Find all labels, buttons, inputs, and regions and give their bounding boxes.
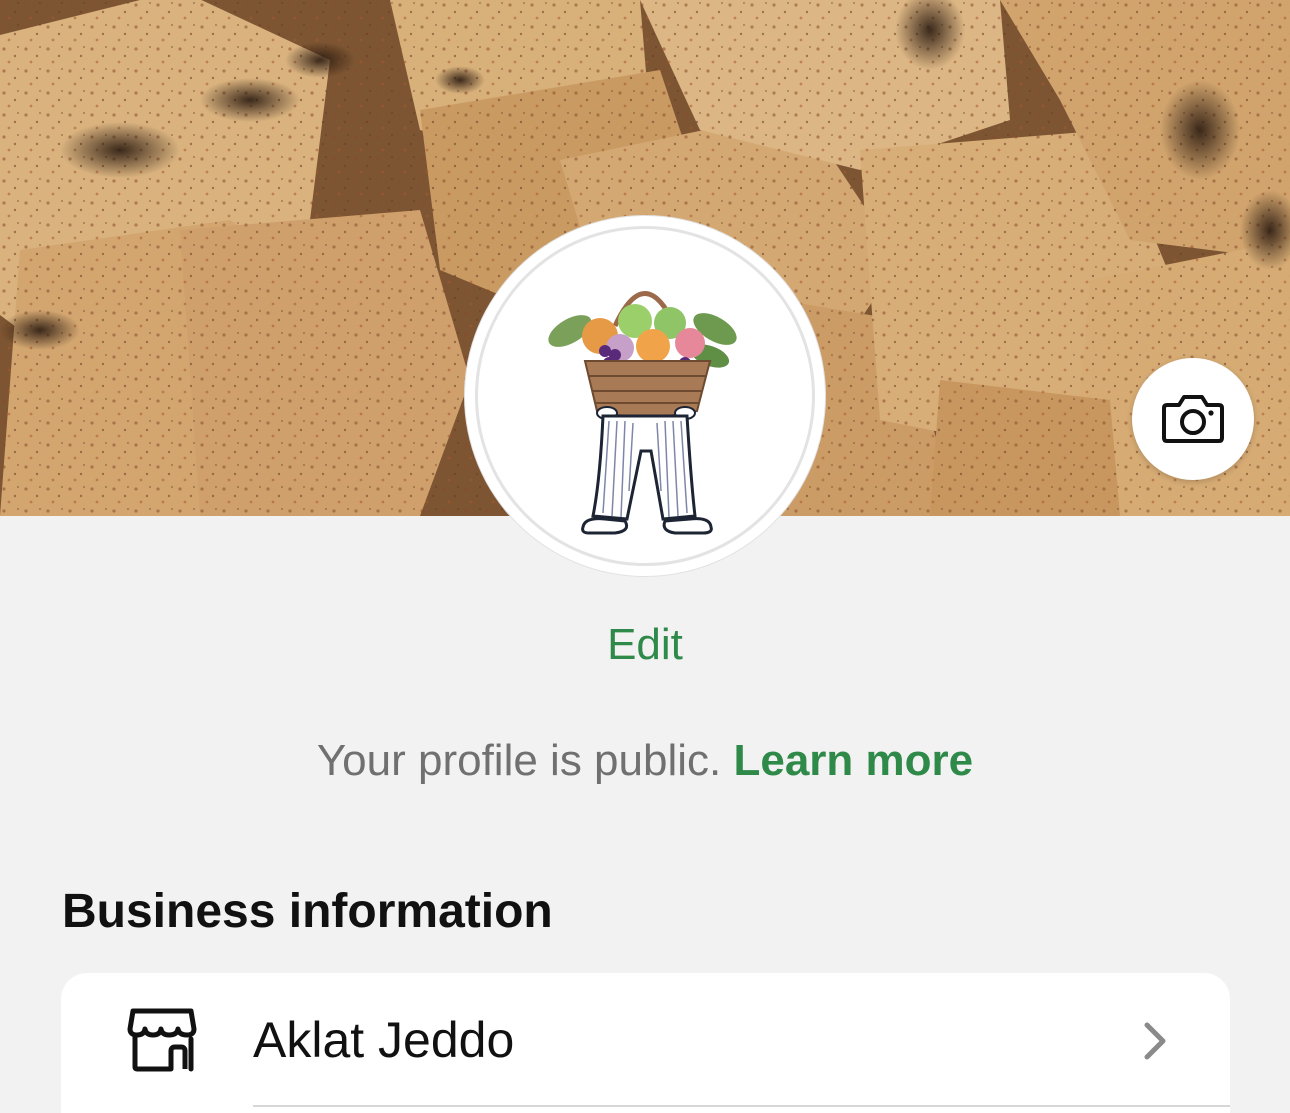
profile-public-note: Your profile is public. Learn more xyxy=(0,736,1290,786)
business-name-label: Aklat Jeddo xyxy=(253,1012,515,1068)
chevron-right-icon xyxy=(1144,1022,1166,1060)
change-cover-photo-button[interactable] xyxy=(1132,358,1254,480)
row-divider xyxy=(253,1105,1230,1107)
avatar-frame xyxy=(475,226,815,566)
camera-icon xyxy=(1162,395,1224,443)
business-information-card: Aklat Jeddo xyxy=(61,973,1230,1113)
edit-profile-link[interactable]: Edit xyxy=(0,620,1290,670)
profile-avatar[interactable] xyxy=(465,216,825,576)
business-name-row[interactable]: Aklat Jeddo xyxy=(61,973,1230,1107)
store-icon xyxy=(127,1008,197,1072)
learn-more-link[interactable]: Learn more xyxy=(733,736,973,785)
public-note-text: Your profile is public. xyxy=(316,736,722,785)
fruit-basket-logo xyxy=(548,291,737,535)
section-title-business-information: Business information xyxy=(62,885,553,938)
business-profile-screen: Edit Your profile is public. Learn more … xyxy=(0,0,1290,1113)
